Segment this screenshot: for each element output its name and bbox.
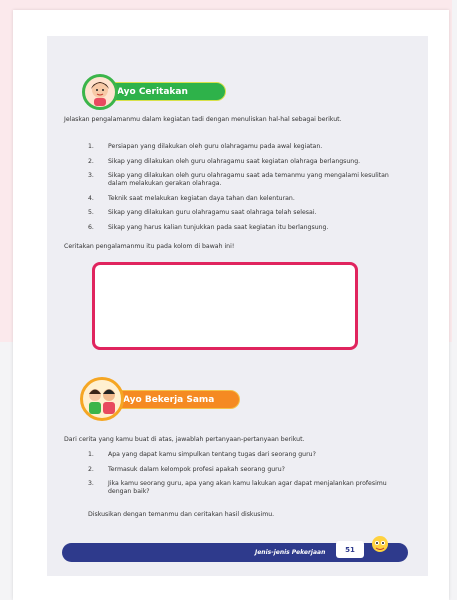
list-item: 1. Persiapan yang dilakukan oleh guru ola… — [88, 143, 323, 150]
page-number: 51 — [336, 541, 364, 558]
section1-instruction: Ceritakan pengalamanmu itu pada kolom di… — [64, 243, 235, 250]
section2-closing: Diskusikan dengan temanmu dan ceritakan … — [88, 511, 275, 518]
section-heading-label: Ayo Bekerja Sama — [123, 394, 215, 405]
section-heading-label: Ayo Ceritakan — [117, 86, 188, 97]
section2-intro: Dari cerita yang kamu buat di atas, jawa… — [64, 436, 305, 443]
chapter-title: Jenis-jenis Pekerjaan — [255, 549, 326, 556]
list-item: 3. Jika kamu seorang guru, apa yang akan … — [88, 480, 387, 495]
girl-avatar-icon — [82, 74, 118, 110]
list-item: 1. Apa yang dapat kamu simpulkan tentang … — [88, 451, 316, 458]
section1-intro: Jelaskan pengalamanmu dalam kegiatan tad… — [64, 116, 342, 123]
list-item: 4. Teknik saat melakukan kegiatan daya ta… — [88, 194, 295, 202]
list-item: 5. Sikap yang dilakukan guru olahragamu s… — [88, 209, 317, 216]
story-answer-box[interactable] — [92, 262, 358, 350]
children-group-icon — [80, 377, 124, 421]
list-item: 2. Sikap yang dilakukan oleh guru olahrag… — [88, 157, 361, 165]
section1-list: 1. Persiapan yang dilakukan oleh guru ola… — [88, 143, 400, 238]
section2-list: 1. Apa yang dapat kamu simpulkan tentang … — [88, 451, 400, 503]
list-item: 6. Sikap yang harus kalian tunjukkan pada… — [88, 223, 329, 231]
list-item: 2. Termasuk dalam kelompok profesi apakah… — [88, 465, 285, 473]
mascot-icon — [368, 534, 392, 562]
list-item: 3. Sikap yang dilakukan oleh guru olahrag… — [88, 172, 389, 187]
